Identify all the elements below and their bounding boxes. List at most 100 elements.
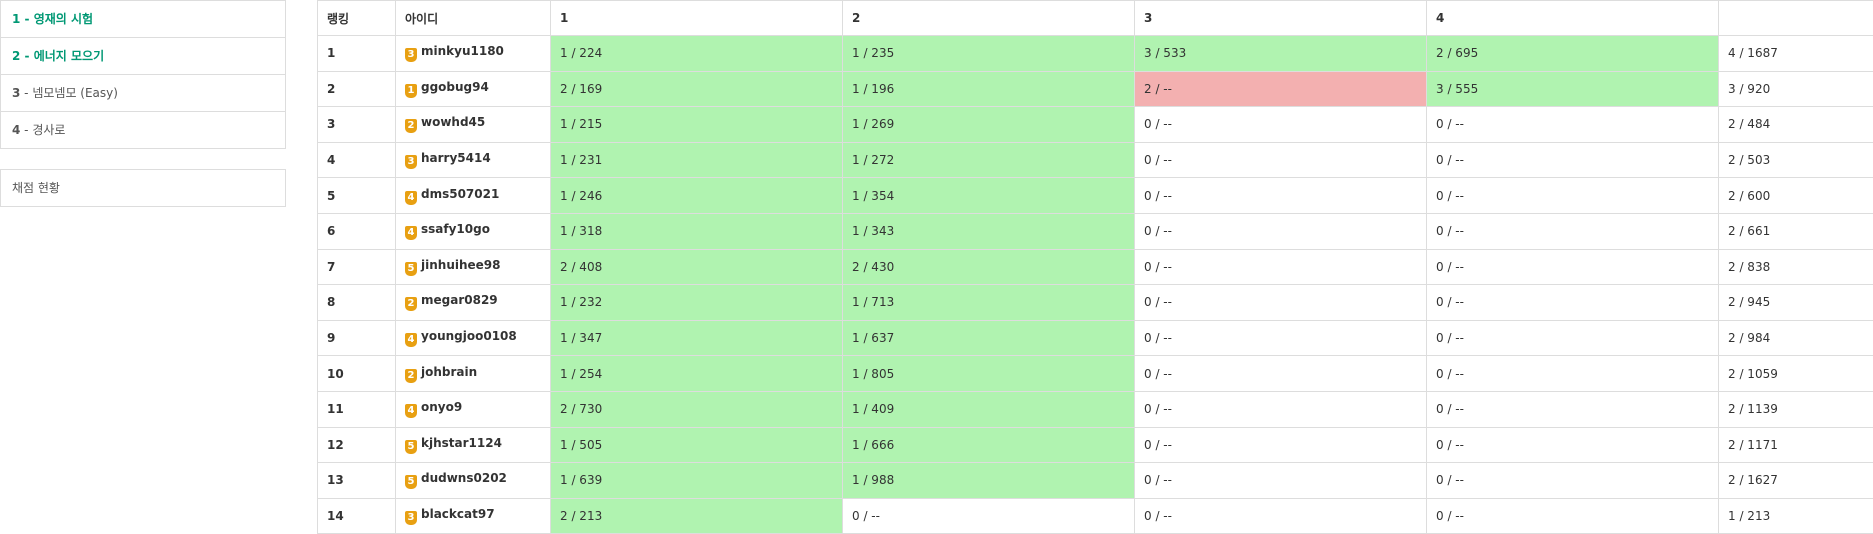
- rank-cell: 4: [317, 141, 396, 179]
- problem-result-cell-4: 0 / --: [1426, 355, 1719, 392]
- table-row: 2 1 ggobug94 2 / 169 1 / 196 2 / -- 3 / 555 3 /…: [317, 70, 1873, 108]
- total-cell: 2 / 838: [1718, 248, 1873, 286]
- problem-result-cell-3: 0 / --: [1134, 426, 1427, 464]
- problem-result-cell-1: 1 / 224: [550, 35, 843, 72]
- problem-result-cell-4: 0 / --: [1426, 497, 1719, 534]
- user-id-link[interactable]: jinhuihee98: [421, 258, 501, 272]
- problem-item-1[interactable]: 1 - 영재의 시험: [1, 1, 285, 38]
- rank-cell: 5: [317, 177, 396, 214]
- total-cell: 2 / 945: [1718, 284, 1873, 321]
- table-row: 9 4 youngjoo0108 1 / 347 1 / 637 0 / -- 0 / --…: [317, 319, 1873, 357]
- rank-cell: 8: [317, 284, 396, 321]
- problem-result-cell-3: 0 / --: [1134, 355, 1427, 392]
- total-cell: 2 / 1171: [1718, 426, 1873, 464]
- problem-result-cell-4: 0 / --: [1426, 141, 1719, 179]
- table-row: 6 4 ssafy10go 1 / 318 1 / 343 0 / -- 0 / -- 2 /…: [317, 212, 1873, 250]
- user-id-link[interactable]: minkyu1180: [421, 44, 504, 58]
- problem-result-cell-2: 0 / --: [842, 497, 1135, 534]
- user-cell: 3 minkyu1180: [395, 35, 551, 72]
- user-id-link[interactable]: ssafy10go: [421, 222, 490, 236]
- table-row: 8 2 megar0829 1 / 232 1 / 713 0 / -- 0 / -- 2 /…: [317, 284, 1873, 321]
- total-cell: 2 / 1059: [1718, 355, 1873, 392]
- table-row: 3 2 wowhd45 1 / 215 1 / 269 0 / -- 0 / -- 2 / 4…: [317, 106, 1873, 143]
- user-id-link[interactable]: onyo9: [421, 400, 462, 414]
- tier-badge-icon: 4: [405, 190, 417, 205]
- user-id-link[interactable]: wowhd45: [421, 115, 485, 129]
- problem-result-cell-2: 1 / 235: [842, 35, 1135, 72]
- table-row: 10 2 johbrain 1 / 254 1 / 805 0 / -- 0 / -- 2 /…: [317, 355, 1873, 392]
- problem-result-cell-2: 1 / 269: [842, 106, 1135, 143]
- column-header-5: 4: [1426, 0, 1719, 36]
- table-header-row: 랭킹 아이디 1 2 3 4: [317, 0, 1873, 36]
- problem-result-cell-2: 1 / 713: [842, 284, 1135, 321]
- total-cell: 3 / 920: [1718, 70, 1873, 108]
- judge-status-link[interactable]: 채점 현황: [0, 169, 286, 207]
- problem-result-cell-3: 0 / --: [1134, 106, 1427, 143]
- user-cell: 2 johbrain: [395, 355, 551, 392]
- rank-cell: 6: [317, 212, 396, 250]
- rank-cell: 9: [317, 319, 396, 357]
- problem-result-cell-4: 0 / --: [1426, 426, 1719, 464]
- user-id-link[interactable]: dms507021: [421, 187, 499, 201]
- rank-cell: 1: [317, 35, 396, 72]
- tier-badge-icon: 1: [405, 83, 417, 98]
- tier-badge-icon: 3: [405, 155, 417, 170]
- problem-result-cell-1: 1 / 254: [550, 355, 843, 392]
- table-row: 14 3 blackcat97 2 / 213 0 / -- 0 / -- 0 / -- 1 …: [317, 497, 1873, 534]
- user-id-link[interactable]: dudwns0202: [421, 471, 507, 485]
- user-cell: 1 ggobug94: [395, 70, 551, 108]
- problem-result-cell-1: 2 / 730: [550, 390, 843, 428]
- problem-result-cell-3: 0 / --: [1134, 462, 1427, 499]
- user-cell: 4 ssafy10go: [395, 212, 551, 250]
- problem-item-2[interactable]: 2 - 에너지 모으기: [1, 38, 285, 75]
- problem-item-4[interactable]: 4 - 경사로: [1, 112, 285, 149]
- problem-result-cell-4: 0 / --: [1426, 106, 1719, 143]
- problem-result-cell-3: 2 / --: [1134, 70, 1427, 108]
- problem-result-cell-2: 1 / 666: [842, 426, 1135, 464]
- problem-result-cell-4: 2 / 695: [1426, 35, 1719, 72]
- tier-badge-icon: 5: [405, 261, 417, 276]
- problem-result-cell-4: 0 / --: [1426, 177, 1719, 214]
- table-row: 4 3 harry5414 1 / 231 1 / 272 0 / -- 0 / -- 2 /…: [317, 141, 1873, 179]
- problem-item-3[interactable]: 3 - 넴모넴모 (Easy): [1, 75, 285, 112]
- column-header-4: 3: [1134, 0, 1427, 36]
- tier-badge-icon: 3: [405, 511, 417, 526]
- table-row: 5 4 dms507021 1 / 246 1 / 354 0 / -- 0 / -- 2 /…: [317, 177, 1873, 214]
- problem-result-cell-3: 0 / --: [1134, 390, 1427, 428]
- tier-badge-icon: 5: [405, 439, 417, 454]
- tier-badge-icon: 2: [405, 119, 417, 134]
- column-header-2: 1: [550, 0, 843, 36]
- problem-result-cell-4: 0 / --: [1426, 248, 1719, 286]
- rank-cell: 3: [317, 106, 396, 143]
- user-cell: 4 dms507021: [395, 177, 551, 214]
- problem-result-cell-4: 3 / 555: [1426, 70, 1719, 108]
- user-cell: 3 harry5414: [395, 141, 551, 179]
- problem-result-cell-1: 1 / 318: [550, 212, 843, 250]
- problem-result-cell-4: 0 / --: [1426, 284, 1719, 321]
- problem-result-cell-1: 1 / 505: [550, 426, 843, 464]
- user-id-link[interactable]: johbrain: [421, 365, 477, 379]
- problem-result-cell-3: 0 / --: [1134, 212, 1427, 250]
- problem-result-cell-2: 1 / 409: [842, 390, 1135, 428]
- user-id-link[interactable]: blackcat97: [421, 507, 495, 521]
- total-cell: 2 / 984: [1718, 319, 1873, 357]
- user-cell: 4 youngjoo0108: [395, 319, 551, 357]
- problem-result-cell-1: 1 / 246: [550, 177, 843, 214]
- user-id-link[interactable]: kjhstar1124: [421, 436, 502, 450]
- problem-result-cell-3: 0 / --: [1134, 319, 1427, 357]
- problem-result-cell-3: 0 / --: [1134, 177, 1427, 214]
- user-cell: 5 jinhuihee98: [395, 248, 551, 286]
- user-cell: 3 blackcat97: [395, 497, 551, 534]
- ranking-table: 랭킹 아이디 1 2 3 4 1 3 minkyu1180 1 / 224 1 / 235 3 / …: [317, 0, 1873, 534]
- user-id-link[interactable]: ggobug94: [421, 80, 489, 94]
- total-cell: 2 / 600: [1718, 177, 1873, 214]
- total-cell: 2 / 661: [1718, 212, 1873, 250]
- user-id-link[interactable]: megar0829: [421, 293, 498, 307]
- problem-result-cell-4: 0 / --: [1426, 212, 1719, 250]
- problem-result-cell-1: 2 / 169: [550, 70, 843, 108]
- user-cell: 2 wowhd45: [395, 106, 551, 143]
- user-id-link[interactable]: youngjoo0108: [421, 329, 517, 343]
- rank-cell: 2: [317, 70, 396, 108]
- problem-result-cell-2: 1 / 988: [842, 462, 1135, 499]
- user-id-link[interactable]: harry5414: [421, 151, 491, 165]
